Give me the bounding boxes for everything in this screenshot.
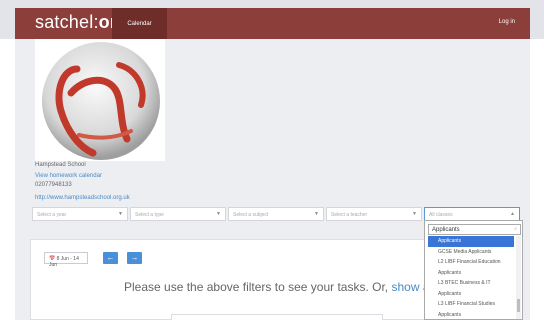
chevron-down-icon: ▼ xyxy=(216,211,221,217)
year-select-label: Select a year xyxy=(37,212,67,218)
tab-calendar[interactable]: Calendar xyxy=(112,8,167,39)
classes-select[interactable]: All classes ▲ xyxy=(424,207,520,221)
chevron-down-icon: ▼ xyxy=(118,211,123,217)
school-phone: 02077948133 xyxy=(35,182,72,188)
school-logo xyxy=(35,39,165,161)
type-select-label: Select a type xyxy=(135,212,164,218)
arrow-left-icon: ← xyxy=(106,253,115,262)
login-link[interactable]: Log in xyxy=(499,19,515,25)
scrollbar-thumb[interactable] xyxy=(517,299,520,312)
type-select[interactable]: Select a type ▼ xyxy=(130,207,226,221)
task-list-container xyxy=(171,314,383,320)
chevron-down-icon: ▼ xyxy=(314,211,319,217)
dropdown-option[interactable]: L2 LIBF Financial Education xyxy=(428,257,514,268)
classes-select-label: All classes xyxy=(429,212,453,218)
dropdown-option[interactable]: Applicants xyxy=(428,289,514,300)
dropdown-option[interactable]: Applicants xyxy=(428,310,514,320)
school-website-link[interactable]: http://www.hampsteadschool.org.uk xyxy=(35,195,130,201)
homework-calendar-link[interactable]: View homework calendar xyxy=(35,173,102,179)
chevron-up-icon: ▲ xyxy=(510,211,515,217)
arrow-right-icon: → xyxy=(130,253,139,262)
navbar: satchel:one Calendar Log in xyxy=(15,8,530,39)
school-name: Hampstead School xyxy=(35,162,86,168)
classes-option-list: Applicants GCSE Media Applicants L2 LIBF F… xyxy=(428,236,514,320)
teacher-select-label: Select a teacher xyxy=(331,212,368,218)
teacher-select[interactable]: Select a teacher ▼ xyxy=(326,207,422,221)
year-select[interactable]: Select a year ▼ xyxy=(32,207,128,221)
search-icon: ⌕ xyxy=(514,226,517,232)
dropdown-option[interactable]: GCSE Media Applicants xyxy=(428,247,514,258)
date-range-picker[interactable]: 📅 8 Jun - 14 Jun xyxy=(44,252,88,268)
calendar-panel: 📅 8 Jun - 14 Jun ← → Please use the abov… xyxy=(30,239,430,320)
filter-hint-message: Please use the above filters to see your… xyxy=(124,280,430,294)
subject-select-label: Select a subject xyxy=(233,212,269,218)
subject-select[interactable]: Select a subject ▼ xyxy=(228,207,324,221)
dropdown-option[interactable]: Applicants xyxy=(428,268,514,279)
dropdown-option[interactable]: L3 BTEC Business & IT xyxy=(428,278,514,289)
classes-search-input[interactable]: Applicants ⌕ xyxy=(428,224,521,235)
classes-dropdown: Applicants ⌕ Applicants GCSE Media Applic… xyxy=(424,220,523,320)
dropdown-option[interactable]: L3 LIBF Financial Studies xyxy=(428,299,514,310)
top-bar: satchel:one Calendar Log in xyxy=(0,0,544,39)
chevron-down-icon: ▼ xyxy=(412,211,417,217)
dropdown-option[interactable]: Applicants xyxy=(428,236,514,247)
next-week-button[interactable]: → xyxy=(127,252,142,264)
previous-week-button[interactable]: ← xyxy=(103,252,118,264)
dropdown-scrollbar[interactable] xyxy=(516,236,521,319)
